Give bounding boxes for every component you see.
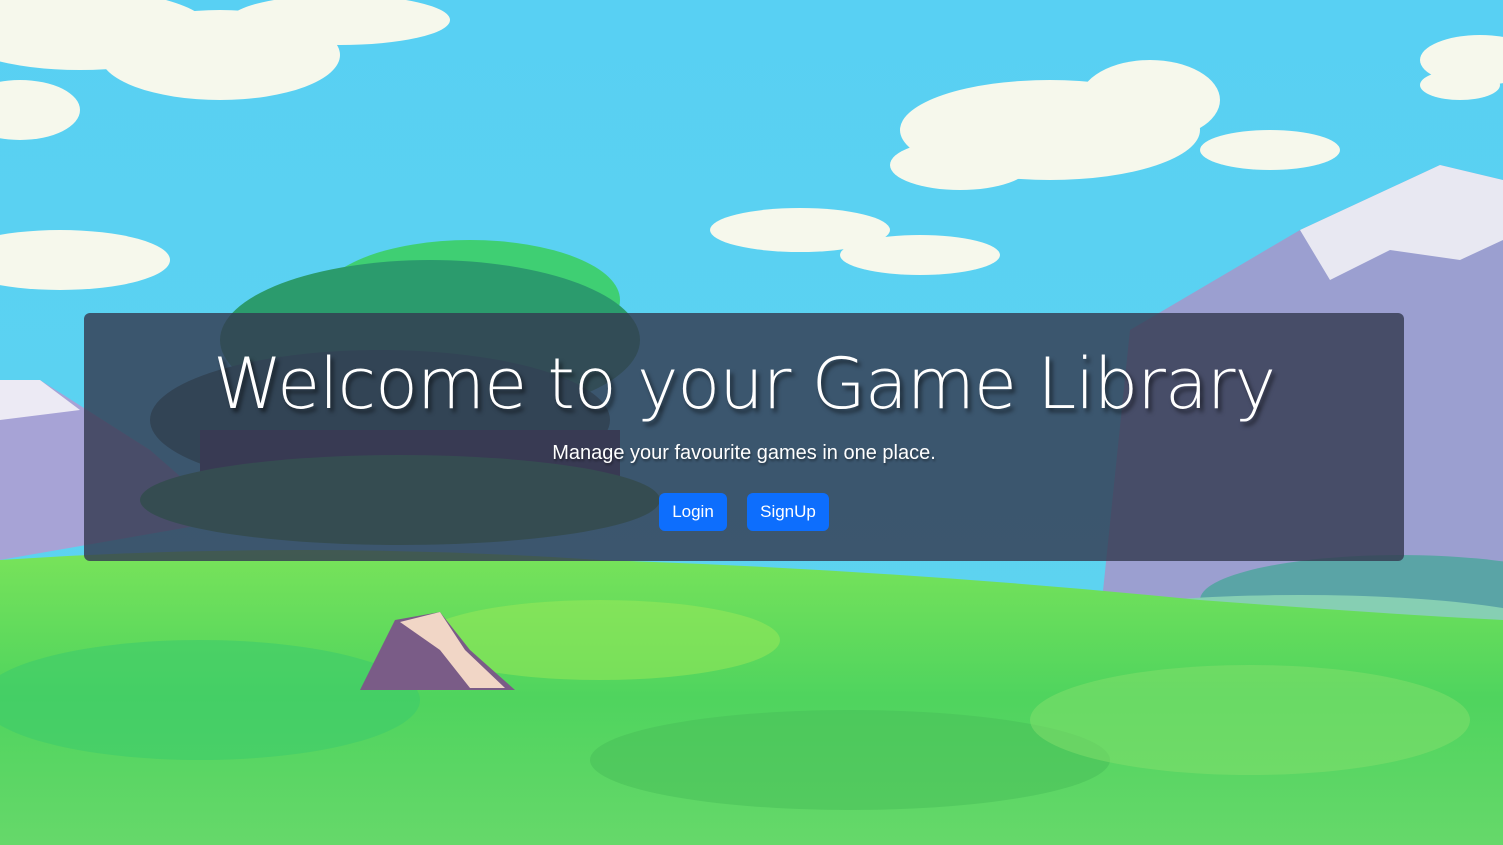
- signup-button[interactable]: SignUp: [747, 493, 829, 531]
- page-subtitle: Manage your favourite games in one place…: [552, 442, 936, 464]
- page-title: Welcome to your Game Library: [212, 343, 1276, 425]
- hero-panel: Welcome to your Game Library Manage your…: [84, 313, 1404, 561]
- auth-button-group: Login SignUp: [84, 493, 1404, 531]
- login-button[interactable]: Login: [659, 493, 727, 531]
